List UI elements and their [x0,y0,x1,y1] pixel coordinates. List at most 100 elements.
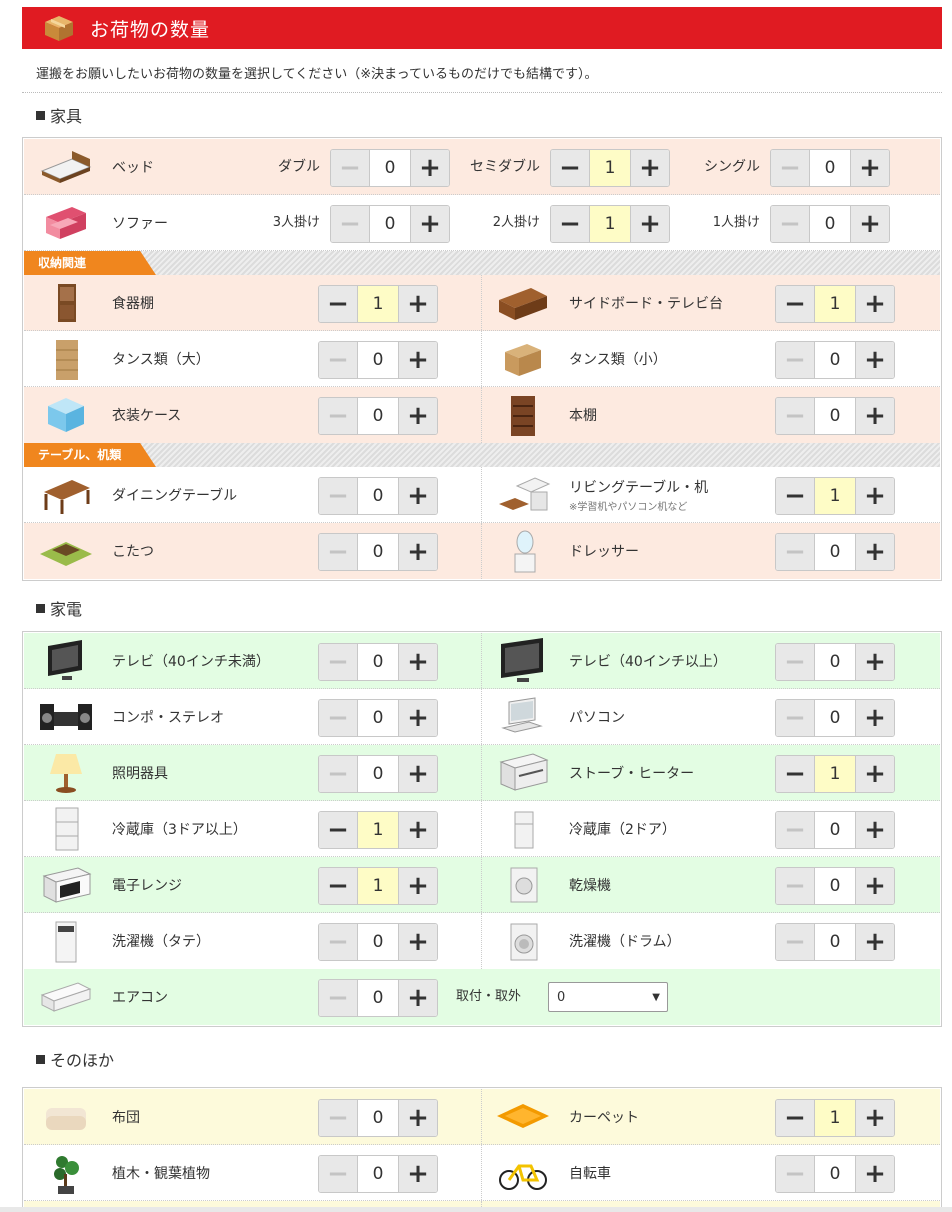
minus-button[interactable]: − [776,1100,814,1136]
quantity-value[interactable]: 0 [814,868,856,904]
plus-button[interactable]: + [856,534,894,570]
minus-button[interactable]: − [776,924,814,960]
quantity-value[interactable]: 0 [357,1156,399,1192]
minus-button[interactable]: − [776,534,814,570]
plus-button[interactable]: + [851,206,889,242]
plus-button[interactable]: + [851,150,889,186]
plus-button[interactable]: + [399,342,437,378]
quantity-value[interactable]: 1 [814,756,856,792]
plus-button[interactable]: + [856,478,894,514]
quantity-value[interactable]: 0 [357,478,399,514]
plus-button[interactable]: + [399,980,437,1016]
minus-button[interactable]: − [776,812,814,848]
minus-button[interactable]: − [771,150,809,186]
plus-button[interactable]: + [856,398,894,434]
plus-button[interactable]: + [856,644,894,680]
quantity-value[interactable]: 0 [357,1100,399,1136]
minus-button[interactable]: − [771,206,809,242]
quantity-value[interactable]: 0 [357,342,399,378]
minus-button[interactable]: − [319,700,357,736]
plus-button[interactable]: + [399,868,437,904]
plus-button[interactable]: + [399,1100,437,1136]
minus-button[interactable]: − [776,342,814,378]
minus-button[interactable]: − [319,644,357,680]
plus-button[interactable]: + [399,756,437,792]
plus-button[interactable]: + [856,756,894,792]
quantity-value[interactable]: 0 [809,206,851,242]
minus-button[interactable]: − [776,1156,814,1192]
minus-button[interactable]: − [776,868,814,904]
minus-button[interactable]: − [776,478,814,514]
plus-button[interactable]: + [856,700,894,736]
quantity-value[interactable]: 0 [357,980,399,1016]
quantity-value[interactable]: 1 [589,150,631,186]
plus-button[interactable]: + [411,206,449,242]
plus-button[interactable]: + [399,924,437,960]
plus-button[interactable]: + [399,398,437,434]
minus-button[interactable]: − [319,398,357,434]
minus-button[interactable]: − [319,1100,357,1136]
quantity-value[interactable]: 0 [357,398,399,434]
plus-button[interactable]: + [399,700,437,736]
quantity-value[interactable]: 0 [357,644,399,680]
plus-button[interactable]: + [399,534,437,570]
plus-button[interactable]: + [856,1156,894,1192]
minus-button[interactable]: − [319,534,357,570]
quantity-value[interactable]: 1 [814,478,856,514]
minus-button[interactable]: − [776,700,814,736]
minus-button[interactable]: − [551,206,589,242]
minus-button[interactable]: − [319,478,357,514]
quantity-value[interactable]: 0 [814,342,856,378]
minus-button[interactable]: − [319,980,357,1016]
minus-button[interactable]: − [319,924,357,960]
minus-button[interactable]: − [331,150,369,186]
aircon-install-select[interactable]: 0 ▼ [548,982,668,1012]
quantity-value[interactable]: 1 [357,812,399,848]
quantity-value[interactable]: 0 [814,812,856,848]
quantity-value[interactable]: 1 [357,286,399,322]
minus-button[interactable]: − [331,206,369,242]
quantity-value[interactable]: 0 [814,700,856,736]
horizontal-scrollbar[interactable] [0,1207,952,1212]
plus-button[interactable]: + [399,286,437,322]
plus-button[interactable]: + [631,150,669,186]
quantity-value[interactable]: 0 [814,1156,856,1192]
plus-button[interactable]: + [856,342,894,378]
quantity-value[interactable]: 0 [809,150,851,186]
minus-button[interactable]: − [319,342,357,378]
quantity-value[interactable]: 1 [814,286,856,322]
quantity-value[interactable]: 0 [357,756,399,792]
minus-button[interactable]: − [776,644,814,680]
plus-button[interactable]: + [631,206,669,242]
quantity-value[interactable]: 0 [814,534,856,570]
plus-button[interactable]: + [856,1100,894,1136]
plus-button[interactable]: + [856,924,894,960]
minus-button[interactable]: − [776,398,814,434]
quantity-value[interactable]: 0 [357,534,399,570]
minus-button[interactable]: − [319,286,357,322]
minus-button[interactable]: − [776,756,814,792]
plus-button[interactable]: + [856,812,894,848]
minus-button[interactable]: − [319,756,357,792]
plus-button[interactable]: + [856,286,894,322]
quantity-value[interactable]: 0 [814,644,856,680]
plus-button[interactable]: + [399,812,437,848]
minus-button[interactable]: − [319,1156,357,1192]
plus-button[interactable]: + [856,868,894,904]
plus-button[interactable]: + [411,150,449,186]
minus-button[interactable]: − [551,150,589,186]
quantity-value[interactable]: 0 [814,924,856,960]
plus-button[interactable]: + [399,478,437,514]
minus-button[interactable]: − [319,868,357,904]
quantity-value[interactable]: 1 [357,868,399,904]
minus-button[interactable]: − [776,286,814,322]
minus-button[interactable]: − [319,812,357,848]
plus-button[interactable]: + [399,1156,437,1192]
quantity-value[interactable]: 0 [357,924,399,960]
quantity-value[interactable]: 0 [357,700,399,736]
quantity-value[interactable]: 0 [369,206,411,242]
quantity-value[interactable]: 1 [814,1100,856,1136]
quantity-value[interactable]: 0 [814,398,856,434]
plus-button[interactable]: + [399,644,437,680]
quantity-value[interactable]: 0 [369,150,411,186]
